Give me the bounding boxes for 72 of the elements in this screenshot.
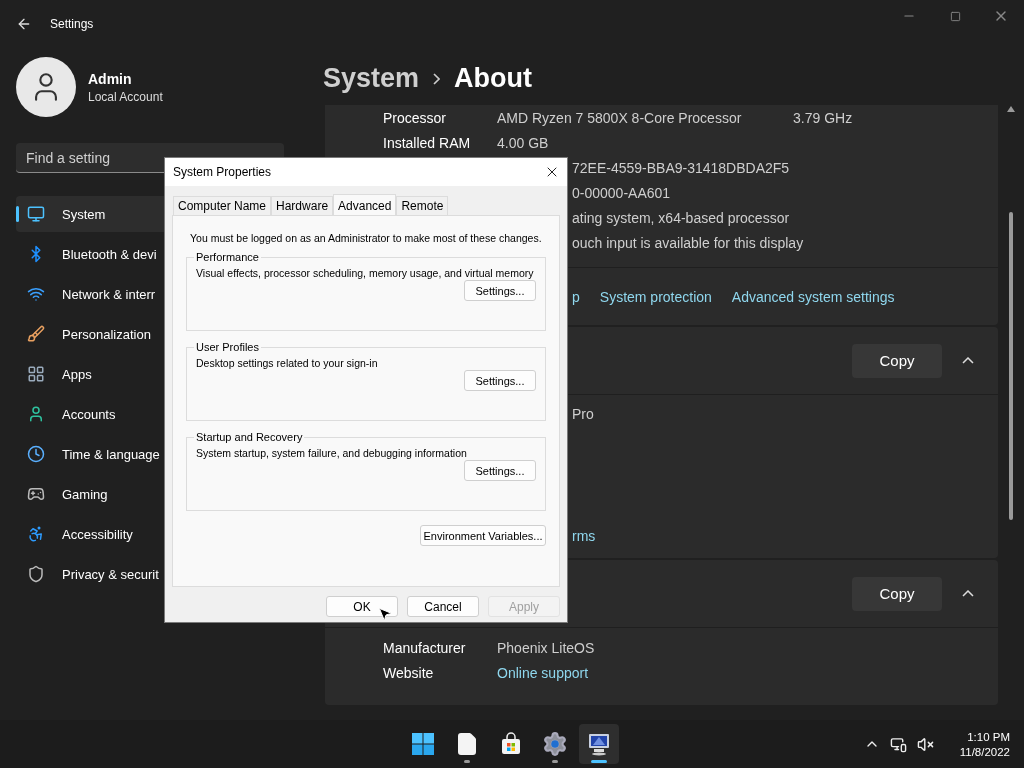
group-description: Desktop settings related to your sign-in xyxy=(196,356,378,370)
page-title: About xyxy=(454,63,533,94)
volume-muted-icon[interactable] xyxy=(916,735,934,753)
related-link[interactable]: System protection xyxy=(599,288,712,305)
group-title: Startup and Recovery xyxy=(195,431,304,443)
spec-value: ouch input is available for this display xyxy=(572,234,804,251)
copy-button[interactable]: Copy xyxy=(852,343,942,378)
grid-icon xyxy=(27,365,45,383)
support-link[interactable]: Online support xyxy=(497,664,589,681)
window-title: Settings xyxy=(50,17,94,31)
spec-value: 0-00000-AA601 xyxy=(572,184,671,201)
spec-value: Pro xyxy=(572,405,594,422)
settings-button[interactable]: Settings... xyxy=(464,460,536,481)
taskbar-app[interactable] xyxy=(579,724,619,764)
spec-link[interactable]: rms xyxy=(572,527,596,544)
spec-label: Manufacturer xyxy=(383,639,467,656)
spec-value: 3.79 GHz xyxy=(793,109,853,126)
mouse-pointer-icon xyxy=(377,606,393,622)
related-link[interactable]: Advanced system settings xyxy=(731,288,895,305)
settings-button[interactable]: Settings... xyxy=(464,370,536,391)
group-title: Performance xyxy=(195,251,260,263)
breadcrumb-link[interactable]: System xyxy=(323,63,420,94)
monitor-icon xyxy=(27,205,45,223)
windows-logo-icon xyxy=(411,732,435,756)
spec-value: 4.00 GB xyxy=(497,134,550,151)
dialog-button[interactable]: Cancel xyxy=(407,596,479,617)
group-title: User Profiles xyxy=(195,341,260,353)
spec-value: 72EE-4559-BBA9-31418DBDA2F5 xyxy=(572,159,790,176)
group-description: System startup, system failure, and debugging information xyxy=(196,446,467,460)
group-description: Visual effects, processor scheduling, memory usage, and virtual memory xyxy=(196,266,534,280)
spec-label: Processor xyxy=(383,109,448,126)
gamepad-icon xyxy=(27,485,45,503)
spec-value: Phoenix LiteOS xyxy=(497,639,596,656)
tab[interactable]: Hardware xyxy=(271,196,334,215)
tab[interactable]: Remote xyxy=(396,196,449,215)
settings-button[interactable]: Settings... xyxy=(464,280,536,301)
admin-notice: You must be logged on as an Administrator to make most of these changes. xyxy=(189,231,542,245)
accessibility-icon xyxy=(27,525,45,543)
nav-item[interactable]: Gaming xyxy=(16,476,284,512)
clock[interactable]: 1:10 PM 11/8/2022 xyxy=(959,730,1010,758)
nav-item[interactable]: Accessibility xyxy=(16,516,284,552)
nav-item[interactable]: Accounts xyxy=(16,396,284,432)
person-icon xyxy=(27,405,45,423)
related-link[interactable]: p xyxy=(572,288,580,305)
computer-icon xyxy=(586,731,612,757)
account-type: Local Account xyxy=(88,89,163,104)
chevron-right-icon xyxy=(433,72,441,85)
spec-label: Installed RAM xyxy=(383,134,472,151)
tab[interactable]: Advanced xyxy=(333,194,397,216)
gear-icon xyxy=(542,731,568,757)
avatar xyxy=(16,57,76,117)
tab[interactable]: Computer Name xyxy=(173,196,272,215)
nav-item[interactable]: Privacy & securit xyxy=(16,556,284,592)
dialog-button[interactable]: OK xyxy=(326,596,398,617)
scroll-up-icon[interactable] xyxy=(1007,106,1015,112)
environment-variables-button[interactable]: Environment Variables... xyxy=(420,525,546,546)
brush-icon xyxy=(27,325,45,343)
chevron-up-icon xyxy=(962,357,974,364)
spec-value: AMD Ryzen 7 5800X 8-Core Processor xyxy=(497,109,743,126)
store-bag-icon xyxy=(499,732,523,756)
spec-label: Website xyxy=(383,664,435,681)
copy-button[interactable]: Copy xyxy=(852,576,942,611)
shield-icon xyxy=(27,565,45,583)
clock-icon xyxy=(27,445,45,463)
back-button[interactable] xyxy=(16,16,32,32)
network-icon[interactable] xyxy=(889,735,907,753)
wifi-icon xyxy=(27,285,45,303)
spec-value: ating system, x64-based processor xyxy=(572,209,790,226)
maximize-icon xyxy=(949,10,961,22)
file-icon xyxy=(455,732,479,756)
account-name: Admin xyxy=(88,70,133,87)
chevron-up-icon xyxy=(962,590,974,597)
